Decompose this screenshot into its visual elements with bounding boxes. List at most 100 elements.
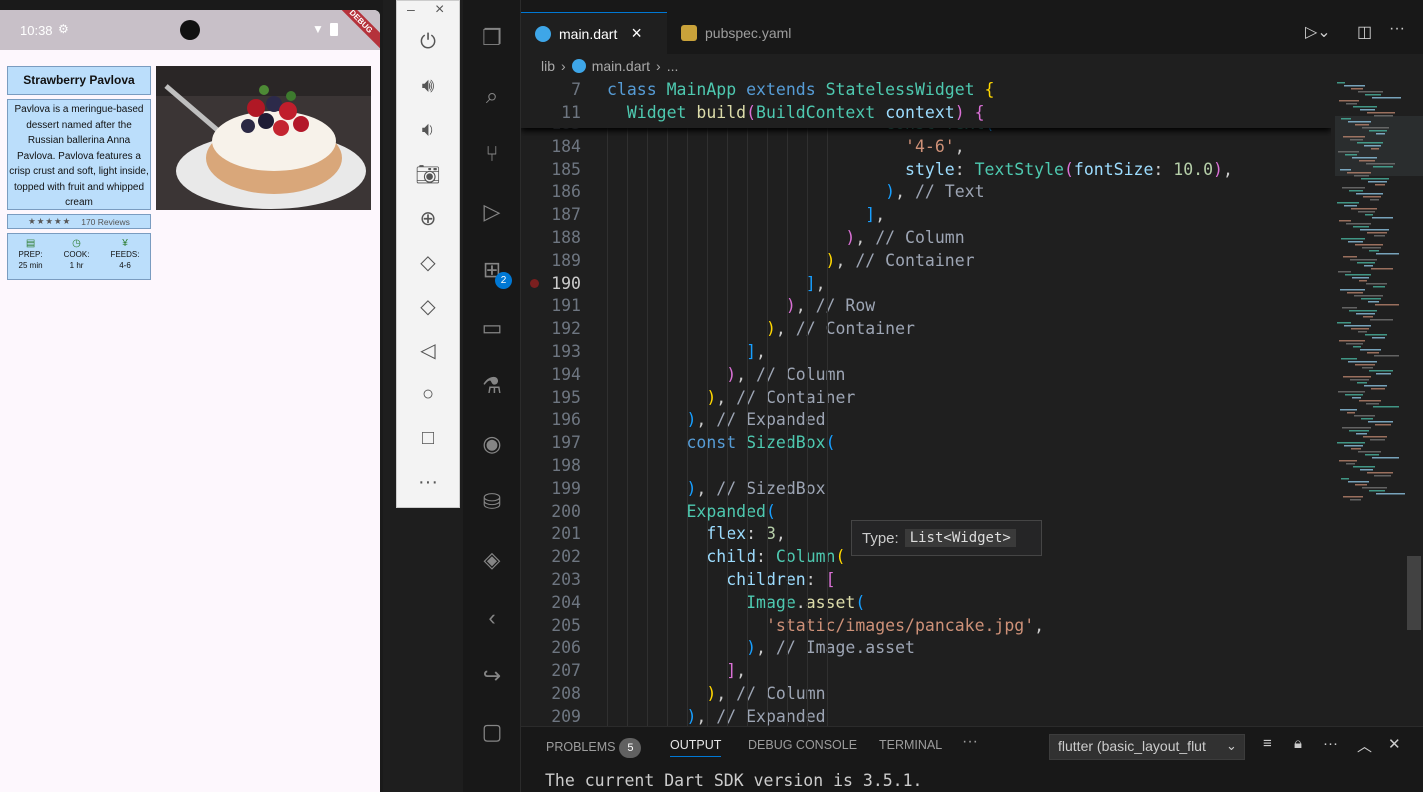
panel-more-icon[interactable]: ··· xyxy=(962,733,978,751)
line-number: 11 xyxy=(561,103,581,122)
tooltip-type: List<Widget> xyxy=(904,529,1016,547)
rotate-right-icon[interactable]: ◇ xyxy=(413,291,443,321)
code-line: ), // Expanded xyxy=(686,410,826,430)
word-wrap-icon[interactable]: ≡ xyxy=(1263,735,1272,752)
home-icon[interactable]: ○ xyxy=(413,379,443,409)
lock-icon[interactable]: 🔒︎ xyxy=(1294,735,1302,752)
share-icon[interactable]: ↪ xyxy=(476,660,508,692)
stat-label: FEEDS: xyxy=(110,250,140,259)
close-panel-icon[interactable]: ✕ xyxy=(1388,735,1401,753)
camera-cutout xyxy=(180,20,200,40)
line-number: 186 xyxy=(551,182,581,202)
tab-problems[interactable]: PROBLEMS 5 xyxy=(546,738,642,758)
line-number: 203 xyxy=(551,570,581,589)
tab-terminal[interactable]: TERMINAL xyxy=(879,738,942,752)
comments-icon[interactable]: ▢ xyxy=(476,716,508,748)
code-line: ), // Text xyxy=(885,182,985,202)
layers-icon[interactable]: ◈ xyxy=(476,544,508,576)
minimap-line xyxy=(1372,337,1385,339)
tab-main-dart[interactable]: main.dart × xyxy=(521,12,667,54)
breadcrumb-lib[interactable]: lib xyxy=(541,58,555,74)
line-number: 184 xyxy=(551,136,581,156)
breakpoint-icon[interactable] xyxy=(530,279,539,288)
minimap-line xyxy=(1364,385,1387,387)
volume-up-icon[interactable]: 🔊︎ xyxy=(413,71,443,101)
tab-pubspec-yaml[interactable]: pubspec.yaml xyxy=(667,12,817,54)
close-tab-icon[interactable]: × xyxy=(631,23,642,44)
volume-down-icon[interactable]: 🔉︎ xyxy=(413,115,443,145)
explorer-icon[interactable]: ❐ xyxy=(476,22,508,54)
minimap-line xyxy=(1343,496,1363,498)
testing-icon[interactable]: ⚗ xyxy=(476,370,508,402)
database-icon[interactable]: ⛁ xyxy=(476,486,508,518)
minimap-line xyxy=(1338,271,1351,273)
more-actions-icon[interactable]: ··· xyxy=(1389,20,1405,38)
rotate-left-icon[interactable]: ◇ xyxy=(413,247,443,277)
battery-icon xyxy=(330,23,338,36)
minimap-line xyxy=(1341,478,1349,480)
github-icon[interactable]: ◉ xyxy=(476,428,508,460)
app-body: Strawberry Pavlova Pavlova is a meringue… xyxy=(0,50,380,792)
tab-output[interactable]: OUTPUT xyxy=(670,738,722,757)
more-icon[interactable]: ··· xyxy=(413,467,443,497)
code-line: ), // Column xyxy=(706,684,826,703)
minimap-line xyxy=(1376,373,1391,375)
breadcrumb-file[interactable]: main.dart xyxy=(592,58,650,74)
camera-icon[interactable]: 📷︎ xyxy=(413,159,443,189)
close-button[interactable]: × xyxy=(435,1,444,19)
minimap-line xyxy=(1360,109,1375,111)
tab-debug-console[interactable]: DEBUG CONSOLE xyxy=(748,738,857,752)
minimap-line xyxy=(1372,457,1399,459)
power-icon[interactable]: ⏻ xyxy=(413,27,443,57)
minimap-line xyxy=(1362,247,1381,249)
zoom-icon[interactable]: ⊕ xyxy=(413,203,443,233)
minimap-line xyxy=(1339,220,1351,222)
back-icon[interactable]: ◁ xyxy=(413,335,443,365)
line-number: 196 xyxy=(551,410,581,430)
hover-tooltip: Type: List<Widget> xyxy=(851,520,1042,556)
code-line: style: TextStyle(fontSize: 10.0), xyxy=(905,159,1233,179)
minimap-line xyxy=(1375,424,1391,426)
overview-icon[interactable]: □ xyxy=(413,423,443,453)
search-icon[interactable]: ⌕ xyxy=(476,80,508,112)
maximize-panel-icon[interactable]: ︿ xyxy=(1357,735,1372,756)
review-count: 170 Reviews xyxy=(81,216,130,227)
code-line: children: [ xyxy=(726,570,836,589)
minimap-line xyxy=(1348,121,1371,123)
run-debug-icon[interactable]: ▷ xyxy=(476,196,508,228)
minimap-line xyxy=(1363,316,1373,318)
minimap-line xyxy=(1344,325,1371,327)
remote-explorer-icon[interactable]: ▭ xyxy=(476,312,508,344)
run-debug-dropdown-icon[interactable]: ▷⌄ xyxy=(1305,22,1331,42)
minimap-line xyxy=(1357,142,1383,144)
stat-value: 25 min xyxy=(18,261,43,270)
minimap-line xyxy=(1359,400,1381,402)
code-line: class MainApp extends StatelessWidget { xyxy=(607,80,995,99)
stat-label: COOK: xyxy=(63,250,90,259)
android-emulator-phone: 10:38 ⚙ ▼ DEBUG Strawberry Pavlova Pavlo… xyxy=(0,0,383,792)
stat-prep: ▤ PREP: 25 min xyxy=(19,238,43,279)
line-number: 192 xyxy=(551,319,581,339)
activity-bar: ❐ ⌕ ⑂ ▷ ⊞ 2 ▭ ⚗ ◉ ⛁ ◈ ‹ ↪ ▢ xyxy=(463,0,521,792)
minimap-line xyxy=(1343,256,1357,258)
minimap-line xyxy=(1371,268,1393,270)
panel-actions-icon[interactable]: ··· xyxy=(1323,735,1338,752)
editor-tabs: main.dart × pubspec.yaml ▷⌄ ◫ ··· xyxy=(521,12,1423,54)
scrollbar[interactable] xyxy=(1407,556,1421,630)
minimap-line xyxy=(1351,448,1361,450)
output-channel-select[interactable]: flutter (basic_layout_flut xyxy=(1049,734,1245,760)
minimap-line xyxy=(1373,406,1399,408)
minimap-line xyxy=(1358,211,1375,213)
minimap-line xyxy=(1345,394,1363,396)
title-bar xyxy=(521,0,1423,12)
minimize-button[interactable]: – xyxy=(407,1,415,17)
split-editor-icon[interactable]: ◫ xyxy=(1357,22,1372,42)
minimap-line xyxy=(1374,355,1399,357)
line-number: 188 xyxy=(551,228,581,247)
code-editor[interactable]: 7 class MainApp extends StatelessWidget … xyxy=(521,78,1331,726)
breadcrumb-symbol[interactable]: ... xyxy=(667,58,679,74)
source-control-icon[interactable]: ⑂ xyxy=(476,138,508,170)
flutter-icon[interactable]: ‹ xyxy=(476,602,508,634)
minimap-line xyxy=(1337,442,1365,444)
minimap-line xyxy=(1348,481,1369,483)
